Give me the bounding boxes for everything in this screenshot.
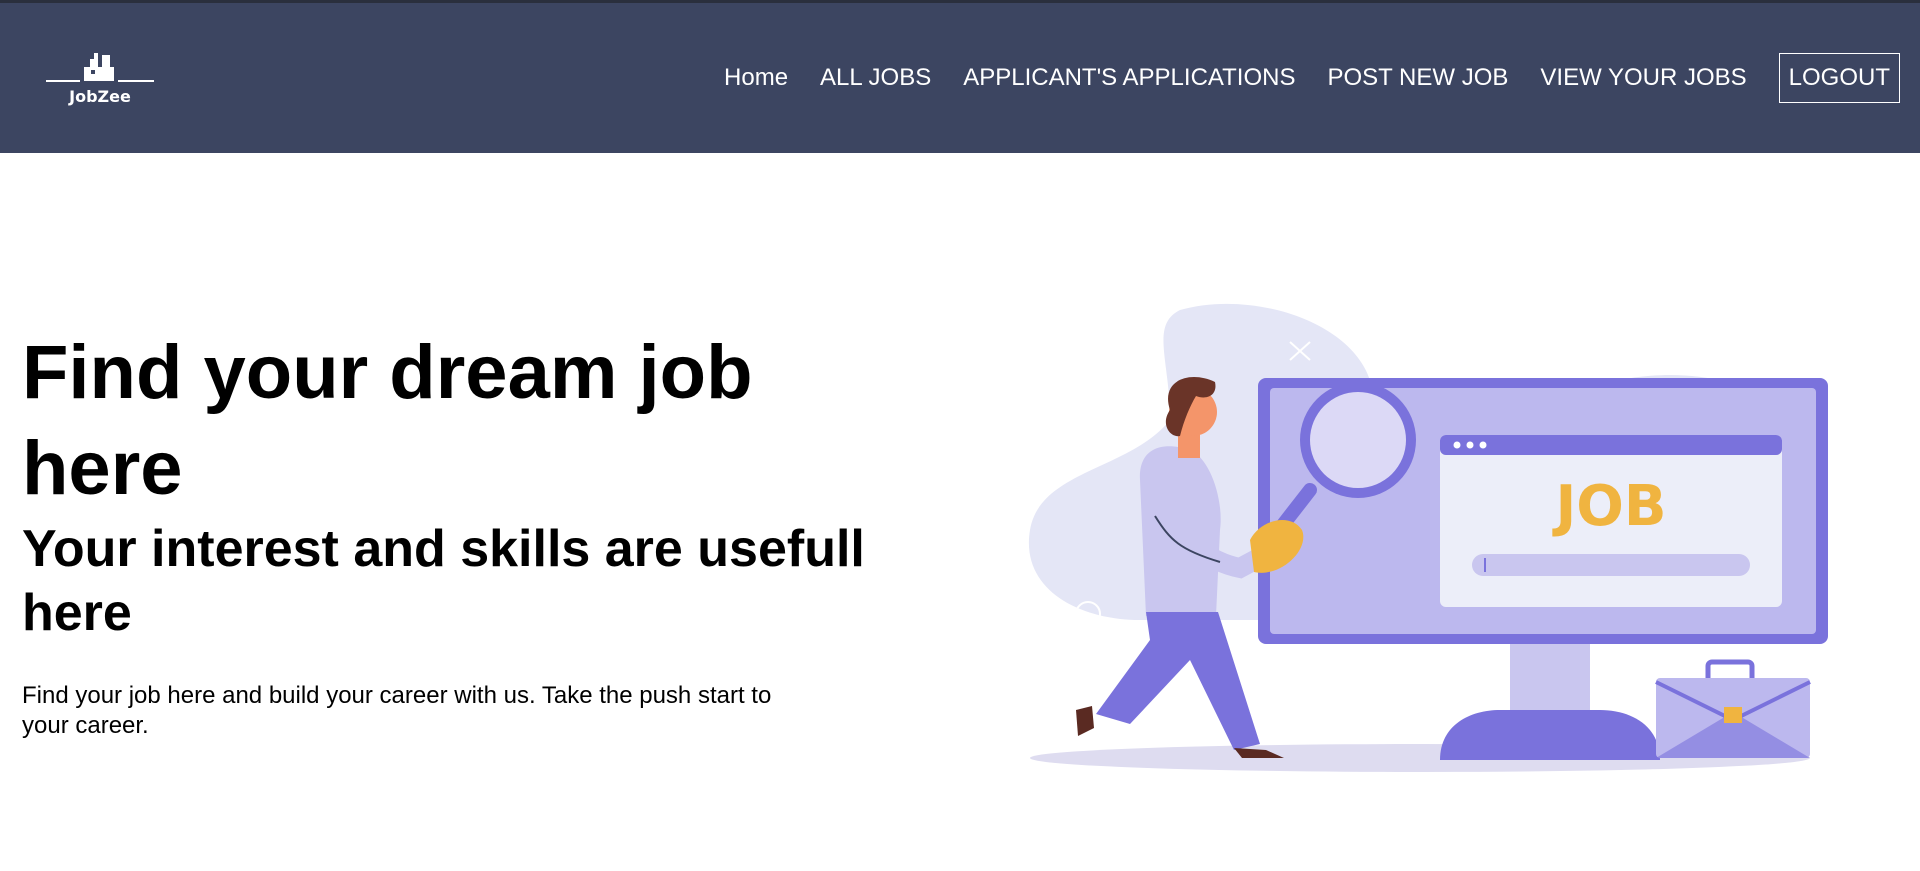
- person-legs: [1096, 612, 1260, 750]
- brand-logo[interactable]: JobZee: [46, 53, 154, 111]
- main-nav: Home ALL JOBS APPLICANT'S APPLICATIONS P…: [692, 53, 1900, 103]
- hero-description: Find your job here and build your career…: [22, 682, 772, 739]
- navbar: JobZee Home ALL JOBS APPLICANT'S APPLICA…: [0, 3, 1920, 153]
- nav-applicants-applications[interactable]: APPLICANT'S APPLICATIONS: [963, 64, 1295, 92]
- nav-post-new-job[interactable]: POST NEW JOB: [1327, 64, 1508, 92]
- search-bar-graphic: [1472, 554, 1750, 576]
- magnifier-lens-icon: [1310, 392, 1406, 488]
- illustration-graphic: JOB: [1028, 303, 1828, 772]
- nav-home[interactable]: Home: [724, 64, 788, 92]
- browser-titlebar: [1440, 435, 1782, 455]
- hero-subtitle: Your interest and skills are usefull her…: [22, 520, 865, 642]
- window-dot-icon: [1479, 441, 1487, 449]
- job-search-illustration: JOB: [1020, 300, 1850, 780]
- nav-all-jobs[interactable]: ALL JOBS: [820, 64, 931, 92]
- briefcase-lock: [1724, 707, 1742, 723]
- hero-section: Find your dream job here Your interest a…: [22, 325, 902, 741]
- hero-title: Find your dream job here: [22, 330, 753, 511]
- brand-name: JobZee: [69, 87, 131, 106]
- window-dot-icon: [1466, 441, 1474, 449]
- monitor-base: [1440, 710, 1660, 760]
- person-shoe: [1076, 706, 1094, 736]
- briefcase-logo-icon: [46, 53, 154, 82]
- nav-view-your-jobs[interactable]: VIEW YOUR JOBS: [1540, 64, 1746, 92]
- window-dot-icon: [1453, 441, 1461, 449]
- screen-job-word: JOB: [1551, 474, 1666, 539]
- logout-button[interactable]: LOGOUT: [1778, 53, 1900, 103]
